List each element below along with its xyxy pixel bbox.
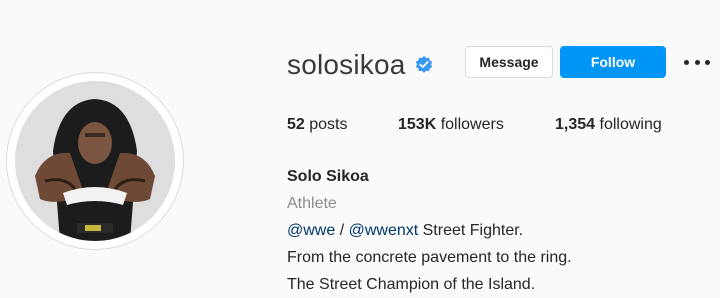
follow-button[interactable]: Follow [560, 46, 666, 78]
more-dot [684, 59, 689, 65]
profile-bio: Solo Sikoa Athlete @wwe / @wwenxt Street… [287, 163, 572, 298]
posts-stat: 52 posts [287, 116, 348, 134]
bio-line-2: From the concrete pavement to the ring. [287, 249, 572, 266]
following-stat[interactable]: 1,354 following [555, 116, 662, 134]
followers-count: 153K [398, 116, 437, 133]
bio-line-1-rest: Street Fighter. [418, 222, 524, 239]
following-count: 1,354 [555, 116, 596, 133]
followers-stat[interactable]: 153K followers [398, 116, 504, 134]
mention-link-wwenxt[interactable]: @wwenxt [349, 222, 419, 239]
profile-avatar[interactable] [6, 72, 186, 252]
avatar-ring [6, 72, 184, 250]
message-button[interactable]: Message [465, 46, 553, 78]
posts-label: posts [309, 116, 348, 133]
more-horizontal-icon[interactable] [684, 52, 710, 72]
verified-badge-icon [414, 55, 434, 75]
more-dot [694, 59, 700, 65]
bio-category: Athlete [287, 195, 337, 212]
more-dot [705, 59, 710, 65]
bio-name: Solo Sikoa [287, 168, 369, 185]
following-label: following [599, 116, 662, 133]
username: solosikoa [287, 49, 406, 80]
mention-link-wwe[interactable]: @wwe [287, 222, 335, 239]
posts-count: 52 [287, 116, 305, 133]
bio-line-1: @wwe / @wwenxt Street Fighter. [287, 217, 572, 244]
followers-label: followers [440, 116, 504, 133]
bio-separator: / [335, 222, 349, 239]
username-row: solosikoa [287, 45, 434, 85]
avatar-illustration [15, 81, 175, 241]
avatar-photo [15, 81, 175, 241]
bio-line-3: The Street Champion of the Island. [287, 276, 536, 293]
